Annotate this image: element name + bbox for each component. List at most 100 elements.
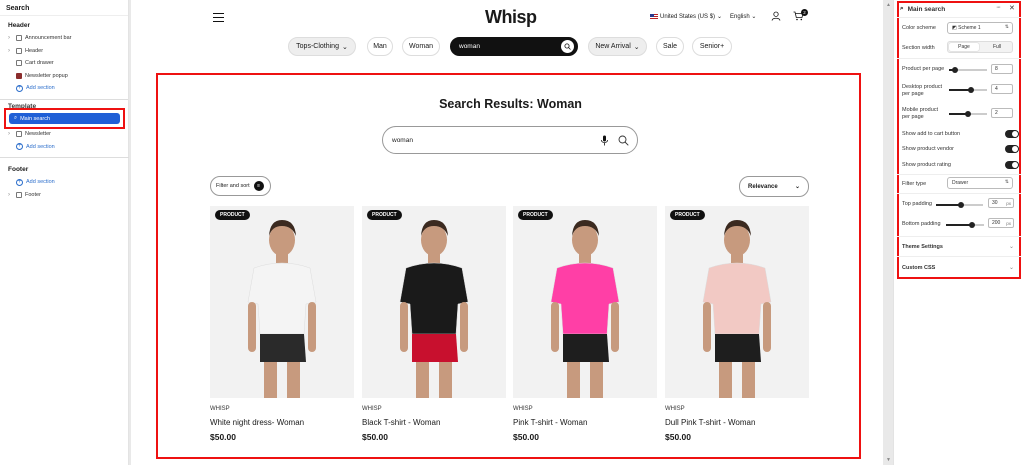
bottom-padding-value: 200 — [992, 220, 1001, 226]
store-logo[interactable]: Whisp — [485, 7, 537, 28]
top-padding-input[interactable]: 30 px — [988, 198, 1014, 208]
sidebar-item-newsletter-popup[interactable]: Newsletter popup — [0, 70, 128, 83]
product-card[interactable]: PRODUCT WHISP White night dress- Woman $50.… — [210, 206, 354, 442]
nav-label: New Arrival — [595, 43, 631, 50]
nav-search-input[interactable]: woman — [450, 37, 578, 56]
product-badge: PRODUCT — [670, 210, 705, 220]
section-icon — [16, 47, 22, 54]
product-card[interactable]: PRODUCT WHISP Dull Pink T-shirt - Woman $50… — [665, 206, 809, 442]
chevron-right-icon[interactable]: › — [8, 35, 13, 41]
main-search-section[interactable]: Search Results: Woman woman Filter and s… — [156, 73, 861, 459]
section-width-full[interactable]: Full — [982, 43, 1012, 51]
slider-track — [955, 69, 987, 71]
search-icon[interactable] — [618, 135, 629, 146]
product-title[interactable]: Pink T-shirt - Woman — [513, 418, 657, 427]
filter-type-select[interactable]: Drawer ⇅ — [947, 177, 1013, 189]
chevron-down-icon[interactable]: ⌄ — [1009, 243, 1014, 250]
model-illustration — [550, 220, 620, 398]
microphone-icon[interactable] — [600, 135, 609, 146]
desktop-per-page-input[interactable]: 4 — [991, 84, 1013, 94]
divider — [897, 17, 1021, 18]
slider-track — [961, 204, 983, 206]
product-card[interactable]: PRODUCT WHISP Black T-shirt - Woman $50.00 — [362, 206, 506, 442]
chevron-right-icon[interactable]: › — [8, 48, 13, 54]
product-image[interactable]: PRODUCT — [210, 206, 354, 398]
close-icon[interactable]: ✕ — [1009, 4, 1015, 12]
divider — [897, 174, 1021, 175]
product-title[interactable]: Dull Pink T-shirt - Woman — [665, 418, 809, 427]
product-title[interactable]: White night dress- Woman — [210, 418, 354, 427]
filter-and-sort-button[interactable]: Filter and sort ≡ — [210, 176, 271, 196]
nav-new-arrival[interactable]: New Arrival ⌄ — [588, 37, 647, 56]
nav-label: Man — [373, 43, 387, 50]
menu-icon[interactable] — [213, 13, 224, 24]
bottom-padding-slider[interactable] — [969, 222, 975, 228]
product-card[interactable]: PRODUCT WHISP Pink T-shirt - Woman $50.00 — [513, 206, 657, 442]
language-selector[interactable]: English ⌄ — [730, 13, 756, 20]
divider — [897, 256, 1021, 257]
nav-sale[interactable]: Sale — [656, 37, 684, 56]
results-search-input[interactable]: woman — [382, 126, 638, 154]
sidebar-item-header[interactable]: › Header — [0, 45, 128, 58]
nav-senior[interactable]: Senior+ — [692, 37, 732, 56]
chevron-down-icon[interactable]: ⌄ — [1009, 264, 1014, 271]
color-scheme-select[interactable]: ◩ Scheme 1 ⇅ — [947, 22, 1013, 34]
theme-settings-toggle[interactable]: Theme Settings — [902, 244, 943, 250]
product-image[interactable]: PRODUCT — [513, 206, 657, 398]
add-section-header-button[interactable]: + Add section — [0, 82, 128, 95]
vendor-toggle[interactable] — [1005, 145, 1019, 153]
more-options-icon[interactable]: ··· — [996, 4, 1001, 11]
chevron-down-icon: ⌄ — [794, 184, 800, 190]
product-image[interactable]: PRODUCT — [362, 206, 506, 398]
product-image[interactable]: PRODUCT — [665, 206, 809, 398]
desktop-per-page-slider[interactable] — [968, 87, 974, 93]
mobile-per-page-input[interactable]: 2 — [991, 108, 1013, 118]
section-width-toggle[interactable]: Page Full — [947, 41, 1013, 53]
search-icon[interactable] — [561, 40, 574, 53]
custom-css-toggle[interactable]: Custom CSS — [902, 265, 935, 271]
scroll-up-arrow[interactable]: ▲ — [886, 2, 891, 8]
color-scheme-value: Scheme 1 — [958, 25, 981, 31]
sidebar-item-announcement-bar[interactable]: › Announcement bar — [0, 32, 128, 45]
category-nav: Tops-Clothing ⌄ Man Woman woman New Arriv… — [131, 37, 883, 56]
model-illustration — [399, 220, 469, 398]
country-selector[interactable]: United States (US $) ⌄ — [650, 13, 722, 20]
sort-select[interactable]: Relevance ⌄ — [739, 176, 809, 197]
model-illustration — [247, 220, 317, 398]
product-per-page-slider[interactable] — [952, 67, 958, 73]
sidebar-item-label: Cart drawer — [25, 60, 54, 67]
section-icon — [16, 60, 22, 67]
bottom-padding-label: Bottom padding — [902, 221, 941, 227]
divider — [897, 236, 1021, 237]
rating-label: Show product rating — [902, 162, 951, 168]
sidebar-item-label: Announcement bar — [25, 35, 72, 42]
add-section-label: Add section — [26, 85, 55, 92]
filter-type-label: Filter type — [902, 181, 927, 187]
top-padding-label: Top padding — [902, 201, 932, 207]
panel-title: Main search — [907, 5, 946, 13]
section-width-page[interactable]: Page — [949, 43, 979, 51]
account-icon[interactable] — [771, 11, 781, 21]
desktop-per-page-label: Desktop product per page — [902, 84, 943, 97]
results-search-value: woman — [392, 136, 413, 144]
sidebar-title: Search — [0, 0, 128, 16]
divider — [897, 193, 1021, 194]
search-icon: ⌕ — [900, 5, 904, 12]
product-per-page-input[interactable]: 8 — [991, 64, 1013, 74]
rating-toggle[interactable] — [1005, 161, 1019, 169]
top-padding-slider[interactable] — [958, 202, 964, 208]
plus-circle-icon: + — [16, 84, 23, 92]
nav-tops-clothing[interactable]: Tops-Clothing ⌄ — [288, 37, 356, 56]
filter-icon: ≡ — [253, 181, 264, 191]
mobile-per-page-slider[interactable] — [965, 111, 971, 117]
nav-man[interactable]: Man — [367, 37, 393, 56]
bottom-padding-input[interactable]: 200 px — [988, 218, 1014, 228]
product-title[interactable]: Black T-shirt - Woman — [362, 418, 506, 427]
nav-woman[interactable]: Woman — [402, 37, 440, 56]
product-badge: PRODUCT — [215, 210, 250, 220]
scroll-down-arrow[interactable]: ▼ — [886, 457, 891, 463]
nav-label: Woman — [409, 43, 433, 50]
sort-label: Relevance — [748, 183, 778, 190]
sidebar-item-cart-drawer[interactable]: Cart drawer — [0, 57, 128, 70]
add-to-cart-toggle[interactable] — [1005, 130, 1019, 138]
